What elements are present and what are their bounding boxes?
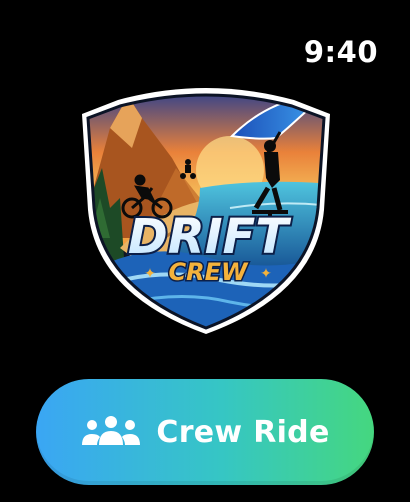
crew-ride-button[interactable]: Crew Ride	[36, 379, 374, 485]
crew-ride-label: Crew Ride	[156, 414, 330, 450]
logo-emblem: DRIFT CREW ✦ ✦	[82, 88, 330, 334]
logo-title-crew: CREW	[169, 258, 249, 286]
people-group-icon	[82, 416, 141, 445]
sparkle-right-icon: ✦	[260, 266, 272, 282]
sparkle-left-icon: ✦	[144, 266, 156, 282]
status-time: 9:40	[303, 35, 378, 69]
drift-crew-logo: DRIFT CREW ✦ ✦	[80, 88, 332, 334]
logo-title-drift: DRIFT	[128, 209, 291, 265]
